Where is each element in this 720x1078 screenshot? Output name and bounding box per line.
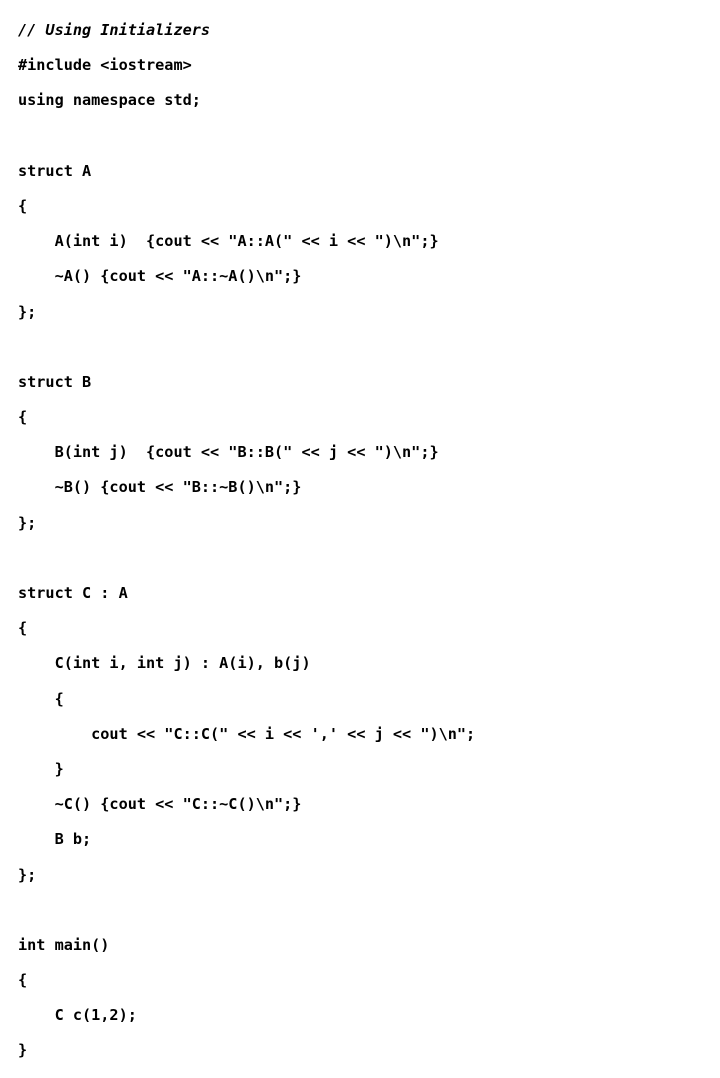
- code-line: using namespace std;: [18, 91, 201, 110]
- code-line: A(int i) {cout << "A::A(" << i << ")\n";…: [18, 232, 439, 251]
- code-line: {: [18, 619, 28, 638]
- code-line: struct B: [18, 372, 92, 391]
- code-line: ~A() {cout << "A::~A()\n";}: [18, 267, 302, 286]
- code-line: // Using Initializers: [18, 21, 211, 39]
- code-line: {: [18, 196, 28, 215]
- code-line: }: [18, 1041, 28, 1060]
- code-line: B b;: [18, 830, 92, 849]
- code-line: int main(): [18, 935, 110, 954]
- code-line: {: [18, 971, 28, 990]
- code-line: ~B() {cout << "B::~B()\n";}: [18, 478, 302, 497]
- code-line: {: [18, 689, 64, 708]
- code-line: ~C() {cout << "C::~C()\n";}: [18, 795, 302, 814]
- code-line: };: [18, 302, 37, 321]
- code-line: }: [18, 759, 64, 778]
- code-line: B(int j) {cout << "B::B(" << j << ")\n";…: [18, 443, 439, 462]
- code-line: cout << "C::C(" << i << ',' << j << ")\n…: [18, 724, 476, 743]
- slide-canvas: // Using Initializers #include <iostream…: [0, 0, 720, 1059]
- code-line: struct C : A: [18, 584, 128, 602]
- code-listing: // Using Initializers #include <iostream…: [18, 21, 720, 1078]
- code-line: C c(1,2);: [18, 1006, 137, 1025]
- code-line: };: [18, 865, 37, 884]
- code-line: #include <iostream>: [18, 56, 192, 75]
- code-line: C(int i, int j) : A(i), b(j): [18, 654, 311, 673]
- code-line: struct A: [18, 161, 92, 180]
- code-line: {: [18, 408, 28, 427]
- code-line: };: [18, 513, 37, 532]
